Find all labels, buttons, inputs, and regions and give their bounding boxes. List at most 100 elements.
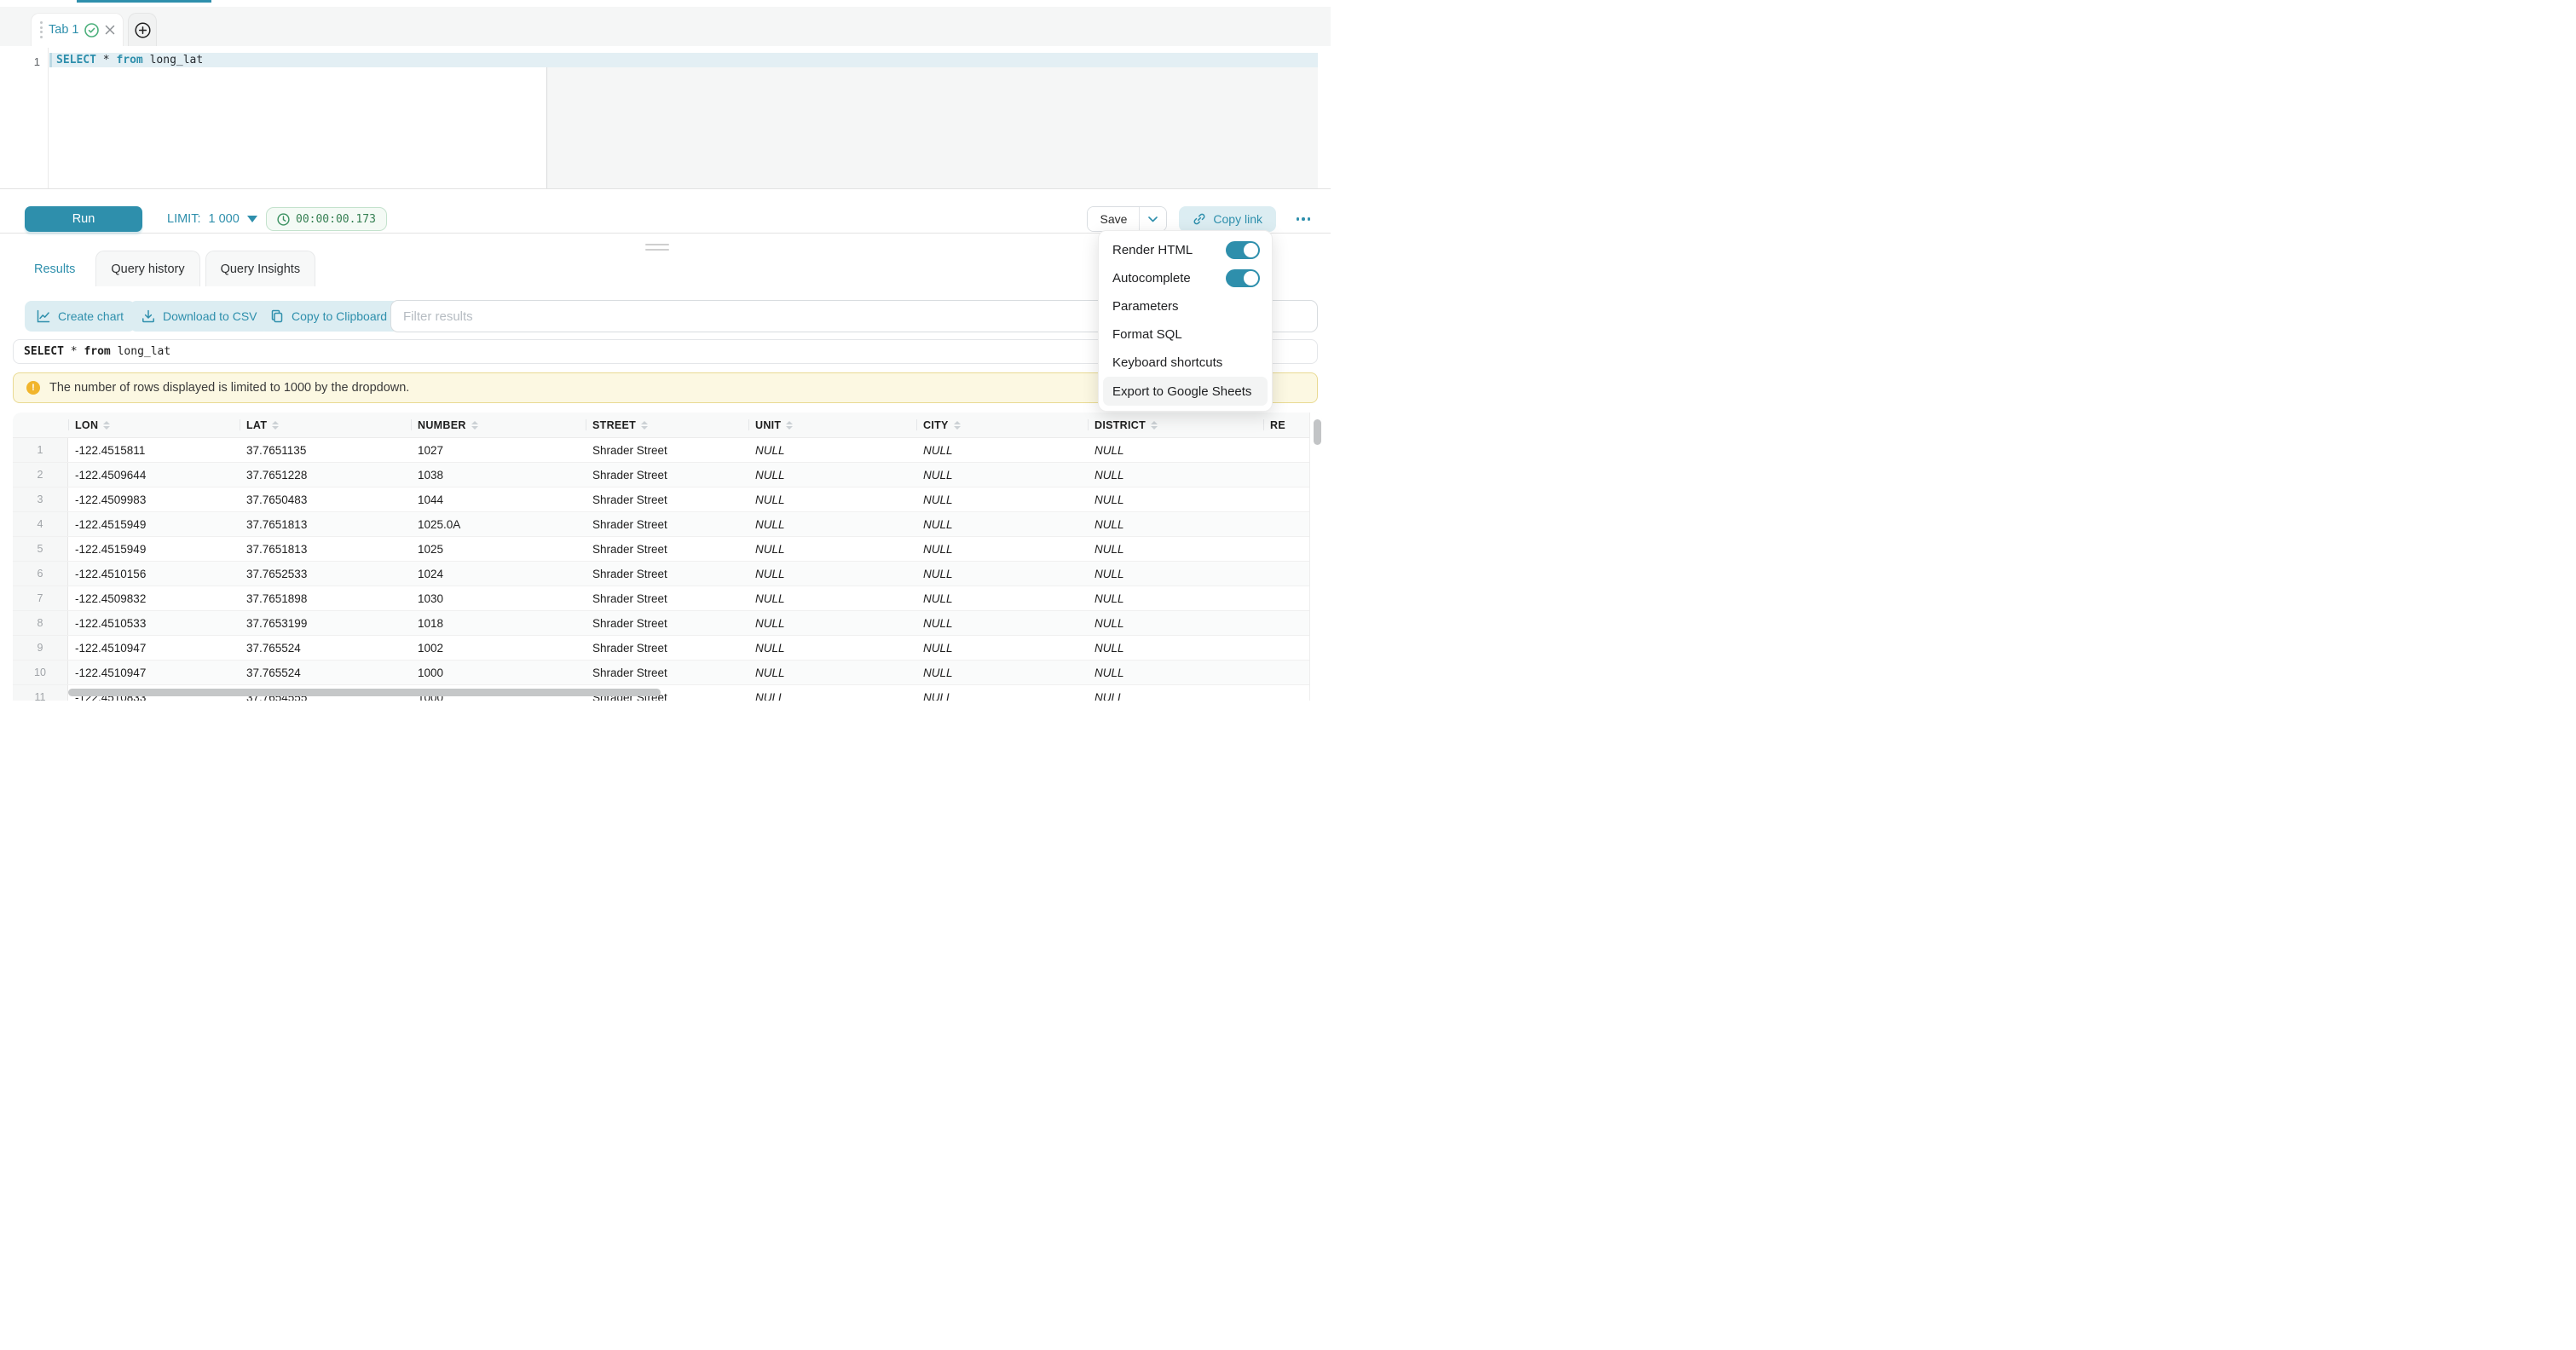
table-cell[interactable]: Shrader Street <box>586 562 748 586</box>
vertical-scrollbar-thumb[interactable] <box>1314 419 1321 445</box>
table-cell[interactable]: -122.4510947 <box>68 661 240 684</box>
table-cell[interactable]: 1025.0A <box>411 512 586 536</box>
column-header-district[interactable]: DISTRICT <box>1088 412 1263 437</box>
table-cell[interactable]: 1027 <box>411 438 586 462</box>
table-cell[interactable]: 37.7650483 <box>240 488 411 511</box>
table-cell[interactable]: NULL <box>916 512 1088 536</box>
table-cell[interactable]: -122.4515949 <box>68 512 240 536</box>
table-cell[interactable]: 37.7651898 <box>240 586 411 610</box>
menu-item-keyboard-shortcuts[interactable]: Keyboard shortcuts <box>1099 349 1272 377</box>
table-cell[interactable]: Shrader Street <box>586 661 748 684</box>
table-cell[interactable]: -122.4509983 <box>68 488 240 511</box>
column-header-unit[interactable]: UNIT <box>748 412 916 437</box>
menu-item-export-to-google-sheets[interactable]: Export to Google Sheets <box>1103 377 1268 406</box>
table-cell[interactable]: 37.765524 <box>240 636 411 660</box>
toggle-switch-on[interactable] <box>1226 269 1260 287</box>
table-cell[interactable]: 1018 <box>411 611 586 635</box>
table-cell[interactable]: NULL <box>1088 636 1263 660</box>
table-cell[interactable]: NULL <box>916 562 1088 586</box>
save-button[interactable]: Save <box>1088 207 1139 231</box>
results-tab-query-history[interactable]: Query history <box>95 251 199 286</box>
more-options-button[interactable] <box>1289 206 1318 232</box>
column-header-number[interactable]: NUMBER <box>411 412 586 437</box>
copy-clipboard-button[interactable]: Copy to Clipboard <box>258 301 399 332</box>
table-cell[interactable]: NULL <box>748 562 916 586</box>
table-cell[interactable]: NULL <box>748 586 916 610</box>
new-tab-button[interactable] <box>128 13 157 46</box>
table-cell[interactable]: Shrader Street <box>586 438 748 462</box>
table-cell[interactable]: NULL <box>1088 685 1263 701</box>
table-cell[interactable]: 1000 <box>411 661 586 684</box>
table-cell[interactable]: NULL <box>748 488 916 511</box>
table-cell[interactable]: Shrader Street <box>586 586 748 610</box>
table-cell[interactable]: NULL <box>748 685 916 701</box>
table-cell[interactable]: Shrader Street <box>586 636 748 660</box>
table-cell[interactable]: NULL <box>1088 488 1263 511</box>
table-cell[interactable]: NULL <box>916 685 1088 701</box>
close-tab-icon[interactable] <box>105 25 115 35</box>
results-tab-results[interactable]: Results <box>19 251 90 286</box>
results-tab-query-insights[interactable]: Query Insights <box>205 251 316 286</box>
table-cell[interactable]: -122.4510533 <box>68 611 240 635</box>
table-cell[interactable]: 37.7651813 <box>240 537 411 561</box>
sort-icon[interactable] <box>103 421 110 430</box>
table-cell[interactable]: NULL <box>748 611 916 635</box>
table-cell[interactable]: 1025 <box>411 537 586 561</box>
table-cell[interactable]: NULL <box>1088 611 1263 635</box>
column-header-street[interactable]: STREET <box>586 412 748 437</box>
panel-resize-handle[interactable] <box>645 244 669 251</box>
table-cell[interactable]: NULL <box>748 636 916 660</box>
copy-link-button[interactable]: Copy link <box>1179 206 1276 232</box>
sort-icon[interactable] <box>272 421 279 430</box>
table-cell[interactable]: NULL <box>1088 438 1263 462</box>
menu-item-parameters[interactable]: Parameters <box>1099 292 1272 320</box>
table-cell[interactable]: -122.4510947 <box>68 636 240 660</box>
toggle-switch-on[interactable] <box>1226 241 1260 259</box>
sort-icon[interactable] <box>1151 421 1158 430</box>
table-cell[interactable]: 1038 <box>411 463 586 487</box>
table-cell[interactable]: NULL <box>916 537 1088 561</box>
table-cell[interactable]: Shrader Street <box>586 463 748 487</box>
download-csv-button[interactable]: Download to CSV <box>130 301 269 332</box>
table-cell[interactable]: -122.4509832 <box>68 586 240 610</box>
table-cell[interactable]: -122.4515811 <box>68 438 240 462</box>
menu-item-autocomplete[interactable]: Autocomplete <box>1099 264 1272 292</box>
table-cell[interactable]: 1024 <box>411 562 586 586</box>
table-cell[interactable]: 1002 <box>411 636 586 660</box>
table-cell[interactable]: NULL <box>748 537 916 561</box>
table-cell[interactable]: NULL <box>916 463 1088 487</box>
table-cell[interactable]: NULL <box>916 438 1088 462</box>
table-cell[interactable]: Shrader Street <box>586 611 748 635</box>
column-header-city[interactable]: CITY <box>916 412 1088 437</box>
tab-tab1[interactable]: Tab 1 <box>31 13 124 46</box>
sort-icon[interactable] <box>954 421 961 430</box>
table-cell[interactable]: NULL <box>1088 562 1263 586</box>
table-cell[interactable]: NULL <box>748 438 916 462</box>
table-cell[interactable]: -122.4509644 <box>68 463 240 487</box>
table-cell[interactable]: NULL <box>1088 463 1263 487</box>
table-cell[interactable]: Shrader Street <box>586 488 748 511</box>
table-cell[interactable]: -122.4515949 <box>68 537 240 561</box>
table-cell[interactable]: 37.7651228 <box>240 463 411 487</box>
menu-item-format-sql[interactable]: Format SQL <box>1099 320 1272 349</box>
table-cell[interactable]: Shrader Street <box>586 512 748 536</box>
table-cell[interactable]: NULL <box>1088 512 1263 536</box>
limit-dropdown[interactable]: LIMIT: 1 000 <box>167 206 257 232</box>
drag-handle-icon[interactable] <box>40 21 43 38</box>
table-cell[interactable]: -122.4510156 <box>68 562 240 586</box>
table-cell[interactable]: NULL <box>748 661 916 684</box>
table-cell[interactable]: NULL <box>916 488 1088 511</box>
table-cell[interactable]: NULL <box>1088 537 1263 561</box>
table-cell[interactable]: 37.7652533 <box>240 562 411 586</box>
table-cell[interactable]: 1030 <box>411 586 586 610</box>
table-cell[interactable]: 37.7651135 <box>240 438 411 462</box>
create-chart-button[interactable]: Create chart <box>25 301 136 332</box>
table-cell[interactable]: NULL <box>1088 661 1263 684</box>
table-cell[interactable]: NULL <box>748 512 916 536</box>
table-cell[interactable]: 37.765524 <box>240 661 411 684</box>
save-options-button[interactable] <box>1139 207 1166 231</box>
table-cell[interactable]: Shrader Street <box>586 537 748 561</box>
table-cell[interactable]: NULL <box>916 611 1088 635</box>
run-button[interactable]: Run <box>25 206 142 232</box>
editor-active-line[interactable]: SELECT * from long_lat <box>49 53 1318 67</box>
